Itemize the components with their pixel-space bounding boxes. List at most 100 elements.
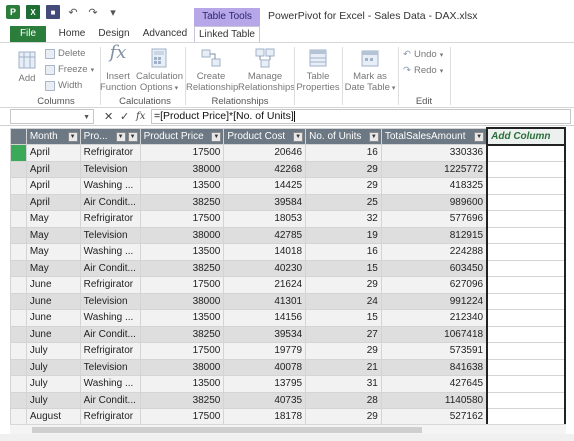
cell-product[interactable]: Air Condit... bbox=[79, 391, 141, 409]
cell-product-cost[interactable]: 14156 bbox=[223, 309, 307, 327]
filter-dropdown-icon[interactable]: ▼ bbox=[474, 131, 485, 142]
freeze-button[interactable]: Freeze ▾ bbox=[45, 64, 94, 75]
cell-product-cost[interactable]: 42785 bbox=[223, 226, 307, 244]
filter-dropdown-icon[interactable]: ▼ bbox=[293, 131, 304, 142]
cell-no-of-units[interactable]: 16 bbox=[305, 243, 382, 261]
cell-add-column[interactable] bbox=[486, 243, 566, 261]
cell-add-column[interactable] bbox=[486, 193, 566, 211]
cell-product-cost[interactable]: 18053 bbox=[223, 210, 307, 228]
tab-home[interactable]: Home bbox=[52, 26, 92, 42]
scrollbar-thumb[interactable] bbox=[32, 427, 422, 433]
cell-product-price[interactable]: 17500 bbox=[139, 144, 225, 162]
cell-product[interactable]: Washing ... bbox=[79, 309, 141, 327]
cell-product-cost[interactable]: 40078 bbox=[223, 358, 307, 376]
calculation-options-button[interactable]: Calculation Options ▾ bbox=[136, 47, 183, 94]
tab-file[interactable]: File bbox=[10, 26, 46, 42]
cell-no-of-units[interactable]: 29 bbox=[305, 177, 382, 195]
name-box[interactable]: ▼ bbox=[10, 109, 94, 124]
cell-product-price[interactable]: 38250 bbox=[139, 391, 225, 409]
redo-icon[interactable]: ↷ bbox=[86, 5, 100, 19]
table-row[interactable]: May Refrigirator 17500 18053 32 577696 bbox=[10, 210, 566, 228]
tab-advanced[interactable]: Advanced bbox=[138, 26, 192, 42]
row-header[interactable] bbox=[10, 193, 27, 211]
cell-product-cost[interactable]: 20646 bbox=[223, 144, 307, 162]
table-row[interactable]: July Refrigirator 17500 19779 29 573591 bbox=[10, 342, 566, 360]
cell-no-of-units[interactable]: 25 bbox=[305, 193, 382, 211]
cell-product-price[interactable]: 38000 bbox=[139, 226, 225, 244]
cell-month[interactable]: April bbox=[25, 160, 81, 178]
cell-month[interactable]: June bbox=[25, 276, 81, 294]
column-header-product-price[interactable]: Product Price ▼ bbox=[139, 127, 225, 145]
cell-total-sales-amount[interactable]: 577696 bbox=[380, 210, 488, 228]
cell-product[interactable]: Television bbox=[79, 226, 141, 244]
table-row[interactable]: April Refrigirator 17500 20646 16 330336 bbox=[10, 144, 566, 162]
cell-product[interactable]: Washing ... bbox=[79, 375, 141, 393]
row-header[interactable] bbox=[10, 342, 27, 360]
cell-product-cost[interactable]: 18178 bbox=[223, 408, 307, 424]
cell-add-column[interactable] bbox=[486, 325, 566, 343]
row-header[interactable] bbox=[10, 243, 27, 261]
cell-add-column[interactable] bbox=[486, 144, 566, 162]
cell-add-column[interactable] bbox=[486, 160, 566, 178]
cell-product-price[interactable]: 13500 bbox=[139, 309, 225, 327]
cell-no-of-units[interactable]: 29 bbox=[305, 160, 382, 178]
cell-product[interactable]: Refrigirator bbox=[79, 276, 141, 294]
save-icon[interactable]: ■ bbox=[46, 5, 60, 19]
cell-product[interactable]: Air Condit... bbox=[79, 193, 141, 211]
cell-month[interactable]: August bbox=[25, 408, 81, 424]
undo-icon[interactable]: ↶ bbox=[66, 5, 80, 19]
customize-toolbar-icon[interactable]: ▾ bbox=[106, 5, 120, 19]
table-row[interactable]: June Washing ... 13500 14156 15 212340 bbox=[10, 309, 566, 327]
cell-product-price[interactable]: 17500 bbox=[139, 276, 225, 294]
horizontal-scrollbar[interactable] bbox=[10, 424, 566, 434]
cell-add-column[interactable] bbox=[486, 210, 566, 228]
cell-no-of-units[interactable]: 28 bbox=[305, 391, 382, 409]
row-header[interactable] bbox=[10, 292, 27, 310]
filter-dropdown-icon[interactable]: ▼ bbox=[368, 131, 379, 142]
cell-total-sales-amount[interactable]: 330336 bbox=[380, 144, 488, 162]
row-header[interactable] bbox=[10, 408, 27, 424]
cell-month[interactable]: May bbox=[25, 210, 81, 228]
cell-month[interactable]: April bbox=[25, 177, 81, 195]
table-row[interactable]: June Air Condit... 38250 39534 27 1067418 bbox=[10, 325, 566, 343]
row-header[interactable] bbox=[10, 276, 27, 294]
cell-total-sales-amount[interactable]: 627096 bbox=[380, 276, 488, 294]
table-row[interactable]: July Air Condit... 38250 40735 28 1140580 bbox=[10, 391, 566, 409]
cell-total-sales-amount[interactable]: 224288 bbox=[380, 243, 488, 261]
cell-month[interactable]: April bbox=[25, 144, 81, 162]
row-header[interactable] bbox=[10, 325, 27, 343]
cell-total-sales-amount[interactable]: 527162 bbox=[380, 408, 488, 424]
tab-design[interactable]: Design bbox=[94, 26, 134, 42]
row-header[interactable] bbox=[10, 391, 27, 409]
cell-product[interactable]: Air Condit... bbox=[79, 325, 141, 343]
cell-add-column[interactable] bbox=[486, 276, 566, 294]
cell-month[interactable]: July bbox=[25, 375, 81, 393]
cell-product-cost[interactable]: 39534 bbox=[223, 325, 307, 343]
cell-total-sales-amount[interactable]: 212340 bbox=[380, 309, 488, 327]
cell-add-column[interactable] bbox=[486, 391, 566, 409]
cell-month[interactable]: May bbox=[25, 243, 81, 261]
row-header[interactable] bbox=[10, 144, 27, 162]
cell-add-column[interactable] bbox=[486, 375, 566, 393]
cell-product-price[interactable]: 13500 bbox=[139, 177, 225, 195]
cell-product[interactable]: Refrigirator bbox=[79, 408, 141, 424]
insert-function-button[interactable]: fx Insert Function bbox=[100, 44, 136, 94]
undo-button[interactable]: ↶ Undo ▾ bbox=[403, 49, 443, 60]
select-all-corner[interactable] bbox=[10, 127, 27, 145]
column-header-no-of-units[interactable]: No. of Units ▼ bbox=[305, 127, 382, 145]
filter-dropdown-icon[interactable]: ▼ bbox=[211, 131, 222, 142]
table-row[interactable]: May Washing ... 13500 14018 16 224288 bbox=[10, 243, 566, 261]
row-header[interactable] bbox=[10, 259, 27, 277]
table-row[interactable]: July Television 38000 40078 21 841638 bbox=[10, 358, 566, 376]
row-header[interactable] bbox=[10, 160, 27, 178]
cell-add-column[interactable] bbox=[486, 177, 566, 195]
cell-add-column[interactable] bbox=[486, 358, 566, 376]
cell-product-price[interactable]: 38250 bbox=[139, 193, 225, 211]
table-row[interactable]: May Air Condit... 38250 40230 15 603450 bbox=[10, 259, 566, 277]
cell-product-price[interactable]: 38000 bbox=[139, 292, 225, 310]
cell-product-cost[interactable]: 39584 bbox=[223, 193, 307, 211]
cell-no-of-units[interactable]: 15 bbox=[305, 309, 382, 327]
row-header[interactable] bbox=[10, 375, 27, 393]
cell-add-column[interactable] bbox=[486, 259, 566, 277]
add-column-button[interactable]: Add bbox=[12, 49, 42, 84]
